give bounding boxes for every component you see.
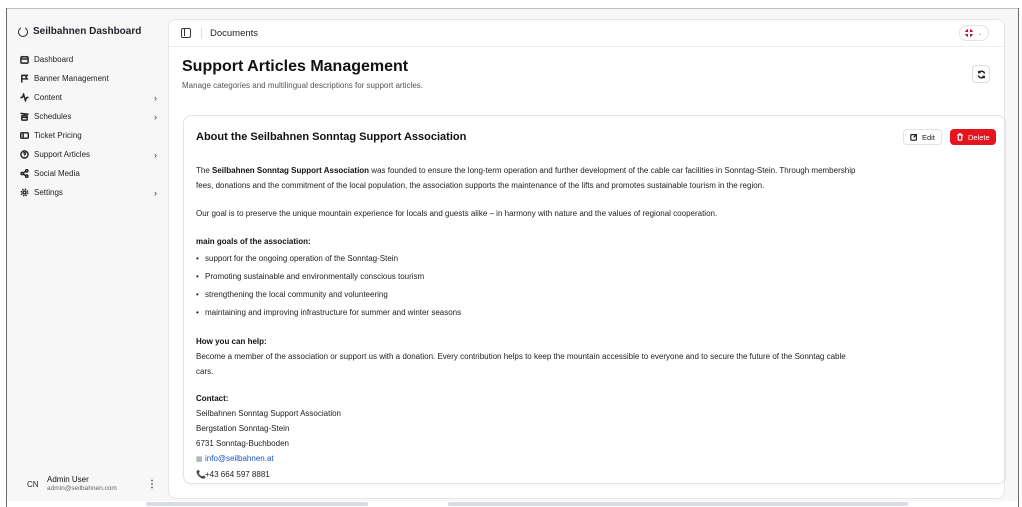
sidebar-item-settings[interactable]: Settings ›	[15, 183, 161, 202]
sidebar-item-banner-management[interactable]: Banner Management	[15, 69, 161, 88]
sidebar-item-support-articles[interactable]: Support Articles ›	[15, 145, 161, 164]
sidebar-item-label: Settings	[34, 188, 63, 197]
contact-line: 6731 Sonntag-Buchboden	[196, 439, 289, 448]
goals-heading: main goals of the association:	[196, 237, 311, 246]
activity-icon	[19, 93, 29, 103]
chevron-right-icon: ›	[154, 111, 157, 122]
calendar-icon	[19, 55, 29, 65]
user-email: admin@seilbahnen.com	[47, 485, 117, 492]
list-item: maintaining and improving infrastructure…	[196, 304, 996, 322]
chevron-right-icon: ›	[154, 149, 157, 160]
cable-car-icon	[19, 112, 29, 122]
refresh-button[interactable]	[972, 65, 990, 83]
brand[interactable]: Seilbahnen Dashboard	[18, 25, 142, 37]
mail-icon: ▦	[196, 456, 203, 463]
list-item: support for the ongoing operation of the…	[196, 250, 996, 268]
help-paragraph: Become a member of the association or su…	[196, 352, 846, 376]
goals-list: support for the ongoing operation of the…	[196, 250, 996, 322]
sidebar-item-label: Ticket Pricing	[34, 131, 82, 140]
contact-line: Bergstation Sonntag-Stein	[196, 424, 290, 433]
logo-icon	[18, 25, 28, 37]
phone-number: +43 664 597 8881	[205, 470, 270, 479]
sidebar-item-label: Schedules	[34, 112, 72, 121]
edit-button-label: Edit	[922, 132, 935, 142]
trash-icon	[957, 133, 963, 141]
sidebar-item-ticket-pricing[interactable]: Ticket Pricing	[15, 126, 161, 145]
delete-button[interactable]: Delete	[950, 129, 996, 145]
page-title: Support Articles Management	[182, 58, 409, 75]
list-item: Promoting sustainable and environmentall…	[196, 268, 996, 286]
gear-icon	[19, 188, 29, 198]
contact-heading: Contact:	[196, 394, 229, 403]
edit-icon	[910, 133, 918, 141]
main-panel: Documents ⌄ Support Articles Management …	[168, 19, 1006, 499]
sidebar-item-label: Content	[34, 93, 63, 102]
page-subtitle: Manage categories and multilingual descr…	[182, 81, 424, 90]
help-heading: How you can help:	[196, 337, 267, 346]
contact-email-row: ▦ info@seilbahnen.at	[196, 451, 996, 467]
email-link[interactable]: info@seilbahnen.at	[205, 454, 274, 463]
contact-phone-row: 📞+43 664 597 8881	[196, 467, 996, 482]
association-name: Seilbahnen Sonntag Support Association	[212, 166, 370, 175]
share-icon	[19, 169, 29, 179]
sidebar-item-label: Social Media	[34, 169, 80, 178]
sidebar-item-label: Dashboard	[34, 55, 74, 64]
chevron-right-icon: ›	[154, 187, 157, 198]
sidebar-item-schedules[interactable]: Schedules ›	[15, 107, 161, 126]
language-switcher[interactable]: ⌄	[959, 25, 989, 41]
sidebar-item-content[interactable]: Content ›	[15, 88, 161, 107]
user-name: Admin User	[47, 475, 89, 484]
scrollbar-segment[interactable]	[448, 502, 908, 506]
scrollbar-segment[interactable]	[146, 502, 368, 506]
divider	[201, 28, 202, 39]
sidebar-item-social-media[interactable]: Social Media	[15, 164, 161, 183]
sidebar-item-label: Banner Management	[34, 74, 109, 83]
user-profile[interactable]: CN Admin User admin@seilbahnen.com ⋮	[27, 473, 157, 495]
uk-flag-icon	[965, 29, 974, 37]
top-bar: Documents ⌄	[169, 20, 1004, 47]
app-window: Seilbahnen Dashboard Dashboard Banner Ma…	[7, 9, 1018, 501]
refresh-icon	[977, 70, 985, 78]
sidebar-toggle-icon[interactable]	[181, 28, 191, 38]
chevron-right-icon: ›	[154, 92, 157, 103]
help-circle-icon	[19, 150, 29, 160]
intro-paragraph: The Seilbahnen Sonntag Support Associati…	[196, 166, 856, 190]
flag-icon	[19, 74, 29, 84]
sidebar-item-dashboard[interactable]: Dashboard	[15, 50, 161, 69]
phone-icon: 📞	[196, 470, 206, 479]
avatar: CN	[27, 479, 39, 489]
more-vertical-icon[interactable]: ⋮	[147, 479, 157, 490]
goal-paragraph: Our goal is to preserve the unique mount…	[196, 209, 718, 218]
contact-line: Seilbahnen Sonntag Support Association	[196, 409, 341, 418]
user-info: Admin User admin@seilbahnen.com	[47, 475, 147, 493]
list-item: strengthening the local community and vo…	[196, 286, 996, 304]
sidebar-nav: Dashboard Banner Management Content › Sc…	[15, 50, 161, 202]
article-title: About the Seilbahnen Sonntag Support Ass…	[196, 131, 467, 143]
brand-title: Seilbahnen Dashboard	[33, 26, 142, 37]
edit-button[interactable]: Edit	[903, 129, 942, 145]
sidebar-item-label: Support Articles	[34, 150, 91, 159]
chevron-down-icon: ⌄	[977, 30, 983, 37]
article-body: The Seilbahnen Sonntag Support Associati…	[196, 163, 996, 482]
breadcrumb: Documents	[210, 28, 259, 39]
delete-button-label: Delete	[968, 132, 990, 142]
ticket-icon	[19, 131, 29, 141]
sidebar: Seilbahnen Dashboard Dashboard Banner Ma…	[7, 9, 167, 501]
article-card: About the Seilbahnen Sonntag Support Ass…	[183, 115, 1006, 484]
